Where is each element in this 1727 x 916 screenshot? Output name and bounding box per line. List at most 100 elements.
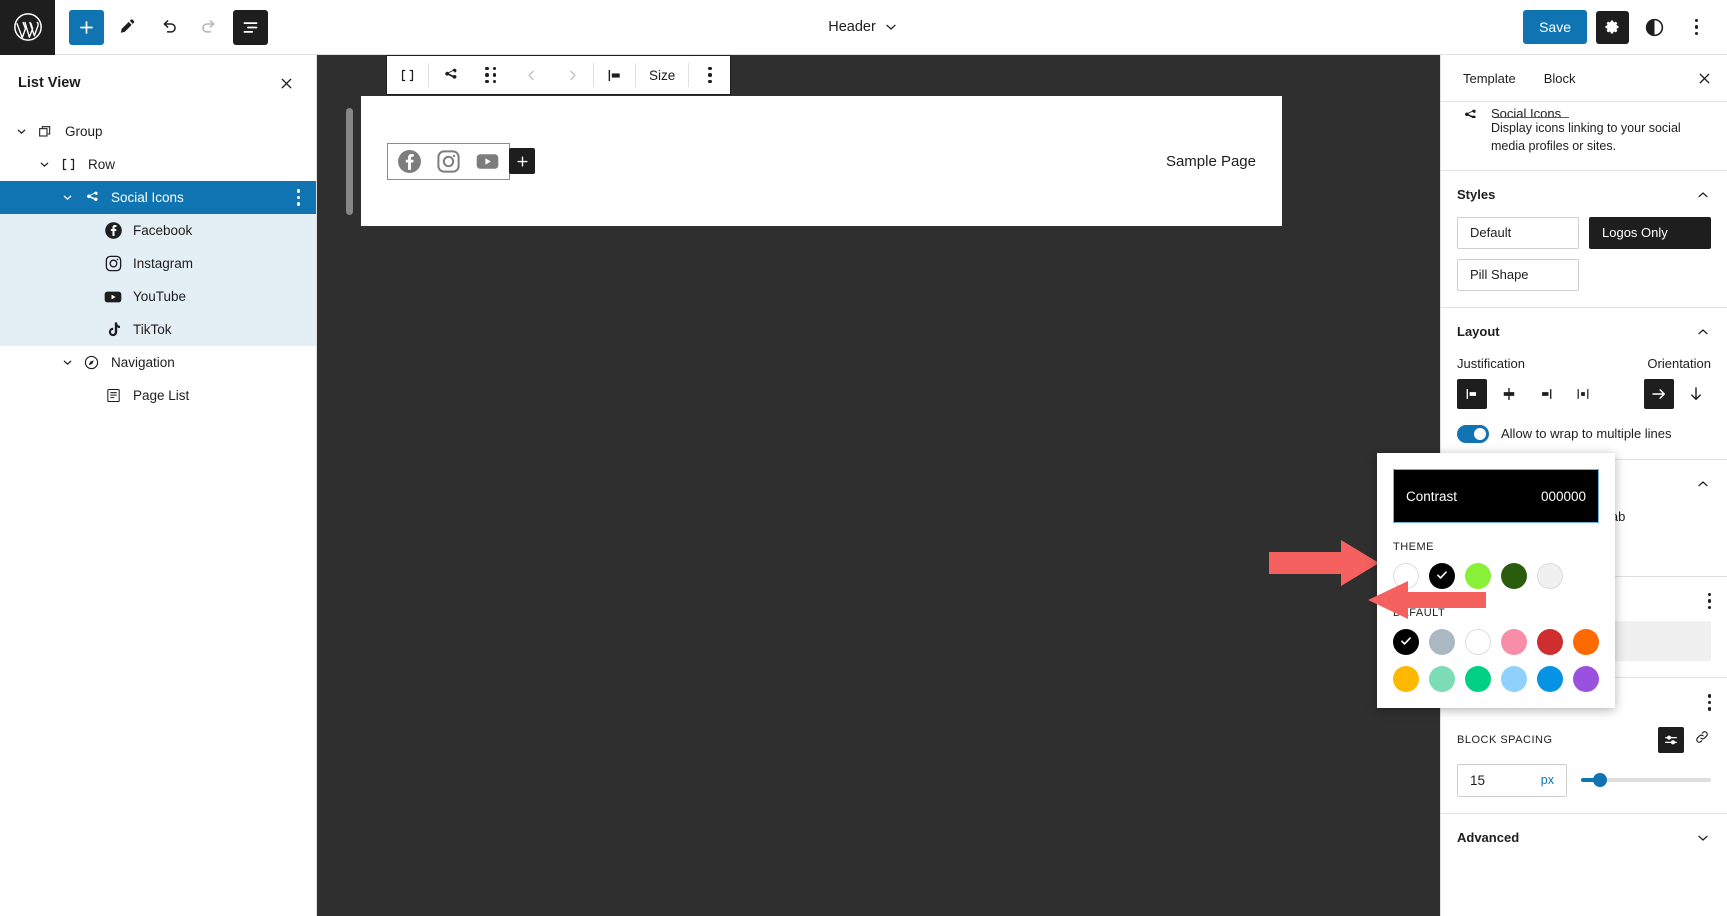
settings-tabs: Template Block	[1441, 55, 1727, 102]
editor-options-kebab-icon[interactable]	[1680, 11, 1713, 44]
block-spacing-slider[interactable]	[1581, 778, 1711, 782]
block-description: Display icons linking to your social med…	[1491, 120, 1711, 156]
close-icon[interactable]	[274, 71, 298, 95]
wrap-toggle[interactable]	[1457, 425, 1489, 443]
sidebar-item-youtube[interactable]: YouTube	[0, 280, 316, 313]
tab-template[interactable]: Template	[1449, 55, 1530, 102]
move-right-button[interactable]	[552, 56, 593, 94]
close-icon[interactable]	[1689, 63, 1719, 93]
sidebar-item-social-icons[interactable]: Social Icons	[0, 181, 316, 214]
custom-spacing-sliders-icon[interactable]	[1658, 727, 1684, 753]
wordpress-logo-icon[interactable]	[0, 0, 55, 55]
justify-right-icon[interactable]	[1531, 379, 1561, 409]
facebook-preview-icon[interactable]	[397, 149, 422, 174]
settings-gear-icon[interactable]	[1596, 11, 1629, 44]
advanced-section-title: Advanced	[1457, 830, 1519, 845]
default-swatch-vivid-red[interactable]	[1537, 629, 1563, 655]
move-left-button[interactable]	[511, 56, 552, 94]
style-option-default[interactable]: Default	[1457, 217, 1579, 249]
list-view-button[interactable]	[233, 10, 268, 45]
justify-center-icon[interactable]	[1494, 379, 1524, 409]
sidebar-item-label: Navigation	[111, 355, 175, 370]
default-swatch-light-green-cyan[interactable]	[1429, 666, 1455, 692]
wrap-toggle-row[interactable]: Allow to wrap to multiple lines	[1457, 425, 1711, 443]
default-swatch-cyan-bluish-gray[interactable]	[1429, 629, 1455, 655]
style-option-logos-only[interactable]: Logos Only	[1589, 217, 1711, 249]
undo-button[interactable]	[151, 10, 186, 45]
chevron-down-icon[interactable]	[1695, 830, 1711, 846]
youtube-preview-icon[interactable]	[475, 149, 500, 174]
justify-space-between-icon[interactable]	[1568, 379, 1598, 409]
sidebar-item-facebook[interactable]: Facebook	[0, 214, 316, 247]
chevron-up-icon[interactable]	[1695, 324, 1711, 340]
sidebar-item-tiktok[interactable]: TikTok	[0, 313, 316, 346]
edit-tool-button[interactable]	[110, 10, 145, 45]
add-block-button[interactable]	[69, 10, 104, 45]
canvas-scrollbar[interactable]	[346, 108, 353, 215]
sidebar-item-row[interactable]: Row	[0, 148, 316, 181]
selected-color-preview[interactable]: Contrast 000000	[1393, 469, 1599, 523]
orientation-horizontal-icon[interactable]	[1644, 379, 1674, 409]
default-swatch-black[interactable]	[1393, 629, 1419, 655]
share-icon	[78, 189, 104, 206]
style-option-pill-shape[interactable]: Pill Shape	[1457, 259, 1579, 291]
top-bar-tools	[55, 10, 268, 45]
list-view-title: List View	[18, 75, 81, 91]
default-swatch-vivid-green-cyan[interactable]	[1465, 666, 1491, 692]
save-button[interactable]: Save	[1523, 10, 1587, 44]
sidebar-item-navigation[interactable]: Navigation	[0, 346, 316, 379]
default-swatch-luminous-vivid-amber[interactable]	[1393, 666, 1419, 692]
default-swatch-pale-pink[interactable]	[1501, 629, 1527, 655]
redo-button[interactable]	[192, 10, 227, 45]
chevron-down-icon[interactable]	[883, 19, 899, 35]
chevron-down-icon[interactable]	[10, 125, 32, 138]
parent-row-button[interactable]	[387, 56, 428, 94]
theme-swatch-tertiary[interactable]	[1537, 563, 1563, 589]
block-spacing-unit[interactable]: px	[1541, 773, 1554, 787]
contrast-half-circle-icon[interactable]	[1638, 11, 1671, 44]
drag-handle[interactable]	[470, 56, 511, 94]
add-social-icon-button[interactable]	[509, 148, 535, 174]
list-view-panel: List View	[0, 55, 317, 916]
default-swatch-vivid-purple[interactable]	[1573, 666, 1599, 692]
top-bar-actions: Save	[1523, 10, 1727, 44]
sidebar-item-group[interactable]: Group	[0, 115, 316, 148]
chevron-up-icon[interactable]	[1695, 187, 1711, 203]
default-swatch-grid	[1393, 629, 1599, 692]
social-icons-block-preview[interactable]	[387, 143, 510, 180]
block-more-options-kebab-icon[interactable]	[689, 56, 730, 94]
block-type-button[interactable]	[429, 56, 470, 94]
justify-left-icon[interactable]	[1457, 379, 1487, 409]
chevron-down-icon[interactable]	[56, 191, 78, 204]
document-title[interactable]: Header	[828, 19, 876, 35]
block-spacing-input[interactable]: 15 px	[1457, 764, 1567, 797]
align-button[interactable]	[594, 56, 635, 94]
chevron-up-icon[interactable]	[1695, 476, 1711, 492]
default-swatch-luminous-vivid-orange[interactable]	[1573, 629, 1599, 655]
facebook-icon	[100, 221, 126, 240]
block-options-kebab-icon[interactable]	[297, 189, 301, 206]
link-sides-icon[interactable]	[1693, 728, 1711, 751]
block-info-title-clipped: Social Icons	[1457, 102, 1711, 118]
advanced-section[interactable]: Advanced	[1441, 813, 1727, 862]
size-button[interactable]: Size	[636, 56, 688, 94]
orientation-controls	[1644, 379, 1711, 409]
default-swatch-vivid-cyan-blue[interactable]	[1537, 666, 1563, 692]
tab-block[interactable]: Block	[1530, 55, 1590, 102]
sidebar-item-instagram[interactable]: Instagram	[0, 247, 316, 280]
default-swatch-white[interactable]	[1465, 629, 1491, 655]
default-swatch-pale-cyan-blue[interactable]	[1501, 666, 1527, 692]
dimensions-options-kebab-icon[interactable]	[1708, 694, 1712, 711]
orientation-vertical-icon[interactable]	[1681, 379, 1711, 409]
color-options-kebab-icon[interactable]	[1708, 593, 1712, 610]
layout-section: Layout Justification Orientation	[1441, 307, 1727, 459]
theme-swatch-secondary[interactable]	[1501, 563, 1527, 589]
block-spacing-label: BLOCK SPACING	[1457, 734, 1553, 746]
instagram-preview-icon[interactable]	[436, 149, 461, 174]
editor-body: List View	[0, 55, 1727, 916]
sidebar-item-page-list[interactable]: Page List	[0, 379, 316, 412]
sidebar-item-label: Row	[88, 157, 115, 172]
chevron-down-icon[interactable]	[56, 356, 78, 369]
chevron-down-icon[interactable]	[33, 158, 55, 171]
page-list-preview-link[interactable]: Sample Page	[1166, 153, 1256, 170]
